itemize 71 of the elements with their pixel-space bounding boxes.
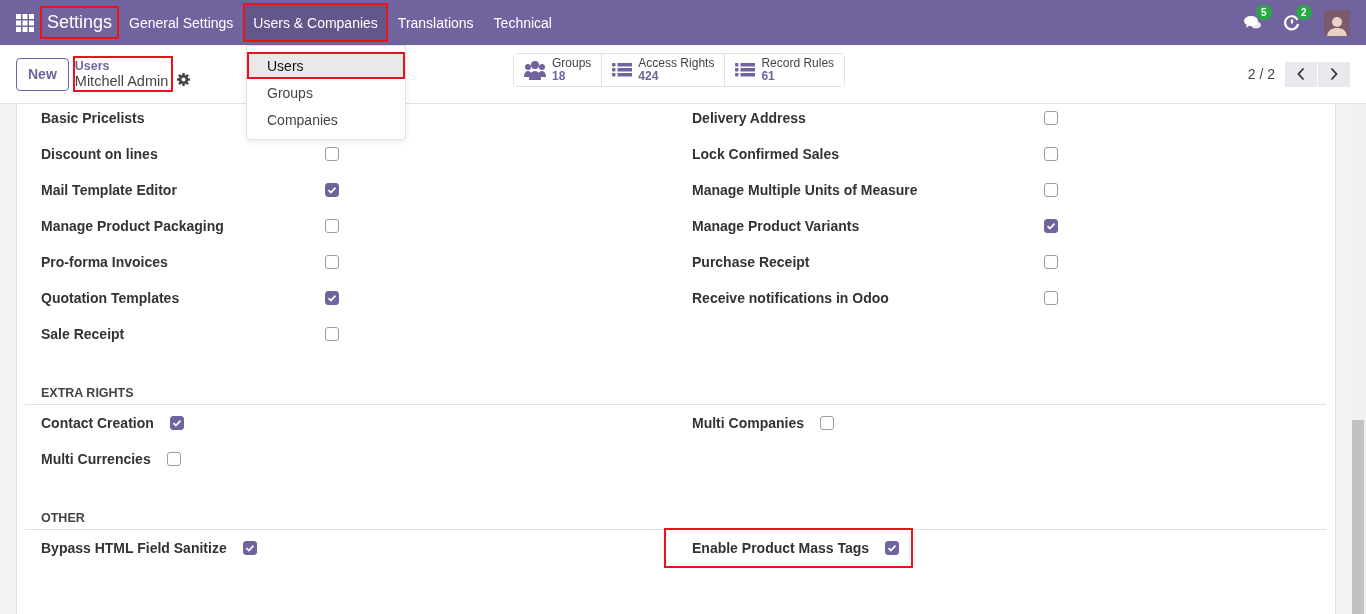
checkbox[interactable] <box>242 541 257 555</box>
checkbox[interactable] <box>820 416 834 430</box>
chevron-left-icon <box>1296 67 1306 81</box>
field-label: Manage Product Packaging <box>40 218 224 234</box>
next-button[interactable] <box>1318 61 1350 87</box>
field-label: Multi Companies <box>691 415 804 431</box>
list-icon <box>735 62 756 78</box>
field-label: Manage Product Variants <box>691 218 860 234</box>
field-label: Receive notifications in Odoo <box>691 290 889 306</box>
new-button[interactable]: New <box>16 57 69 91</box>
checkbox[interactable] <box>885 541 900 555</box>
dropdown-item[interactable]: Users <box>247 52 405 79</box>
avatar-silhouette[interactable] <box>1324 9 1350 36</box>
checkbox[interactable] <box>325 183 339 197</box>
section-heading: OTHER <box>25 507 1326 530</box>
field-label: Lock Confirmed Sales <box>691 146 840 162</box>
checkmark-icon <box>327 185 337 195</box>
checkmark-icon <box>1046 221 1056 231</box>
count-badge: 5 <box>1256 4 1272 20</box>
field-label: Mail Template Editor <box>40 182 177 198</box>
field-label: Enable Product Mass Tags <box>691 540 870 556</box>
field-label: Basic Pricelists <box>40 110 145 126</box>
users-icon <box>524 60 546 80</box>
count-badge: 2 <box>1296 4 1312 20</box>
checkmark-icon <box>171 418 182 428</box>
checkmark-icon <box>244 543 255 553</box>
field-label: Multi Currencies <box>40 451 151 467</box>
apps-grid-icon[interactable] <box>16 13 34 32</box>
checkbox[interactable] <box>1044 219 1058 233</box>
stat-button[interactable]: Groups 18 <box>514 54 603 86</box>
checkmark-icon <box>887 543 898 553</box>
checkbox[interactable] <box>325 255 339 269</box>
previous-button[interactable] <box>1285 61 1317 87</box>
gear-icon[interactable] <box>177 72 191 86</box>
checkbox[interactable] <box>325 291 339 305</box>
checkmark-icon <box>327 293 337 303</box>
field-label: Pro-forma Invoices <box>40 254 168 270</box>
field-label: Discount on lines <box>40 146 158 162</box>
field-label: Purchase Receipt <box>691 254 810 270</box>
checkbox[interactable] <box>169 416 184 430</box>
section-heading: EXTRA RIGHTS <box>25 382 1326 405</box>
list-icon <box>612 62 633 78</box>
checkbox[interactable] <box>1044 183 1058 197</box>
pager-value: 2 / 2 <box>1247 66 1275 82</box>
checkbox[interactable] <box>1044 147 1058 161</box>
chat-icon[interactable] <box>1244 14 1262 31</box>
checkbox[interactable] <box>1044 111 1058 125</box>
app-title[interactable]: Settings <box>40 6 120 39</box>
dropdown-item[interactable]: Groups <box>247 79 405 106</box>
menu-item[interactable]: General Settings <box>119 5 244 40</box>
menu-item[interactable]: Users & Companies <box>243 3 388 42</box>
field-label: Bypass HTML Field Sanitize <box>40 540 227 556</box>
field-label: Delivery Address <box>691 110 806 126</box>
field-label: Quotation Templates <box>40 290 180 306</box>
record-title: Mitchell Admin <box>74 74 169 89</box>
scrollbar-thumb[interactable] <box>1352 420 1364 614</box>
menu-item[interactable]: Translations <box>387 5 484 40</box>
field-label: Contact Creation <box>40 415 154 431</box>
checkbox[interactable] <box>325 219 339 233</box>
checkbox[interactable] <box>1044 291 1058 305</box>
checkbox[interactable] <box>325 327 339 341</box>
field-label: Manage Multiple Units of Measure <box>691 182 918 198</box>
clock-icon[interactable] <box>1284 14 1300 31</box>
field-label: Sale Receipt <box>40 326 125 342</box>
checkbox[interactable] <box>1044 255 1058 269</box>
breadcrumb-link[interactable]: Users <box>74 59 169 74</box>
checkbox[interactable] <box>166 452 181 466</box>
chevron-right-icon <box>1329 67 1339 81</box>
dropdown-item[interactable]: Companies <box>247 106 405 133</box>
menu-item[interactable]: Technical <box>483 5 562 40</box>
checkbox[interactable] <box>325 147 339 161</box>
